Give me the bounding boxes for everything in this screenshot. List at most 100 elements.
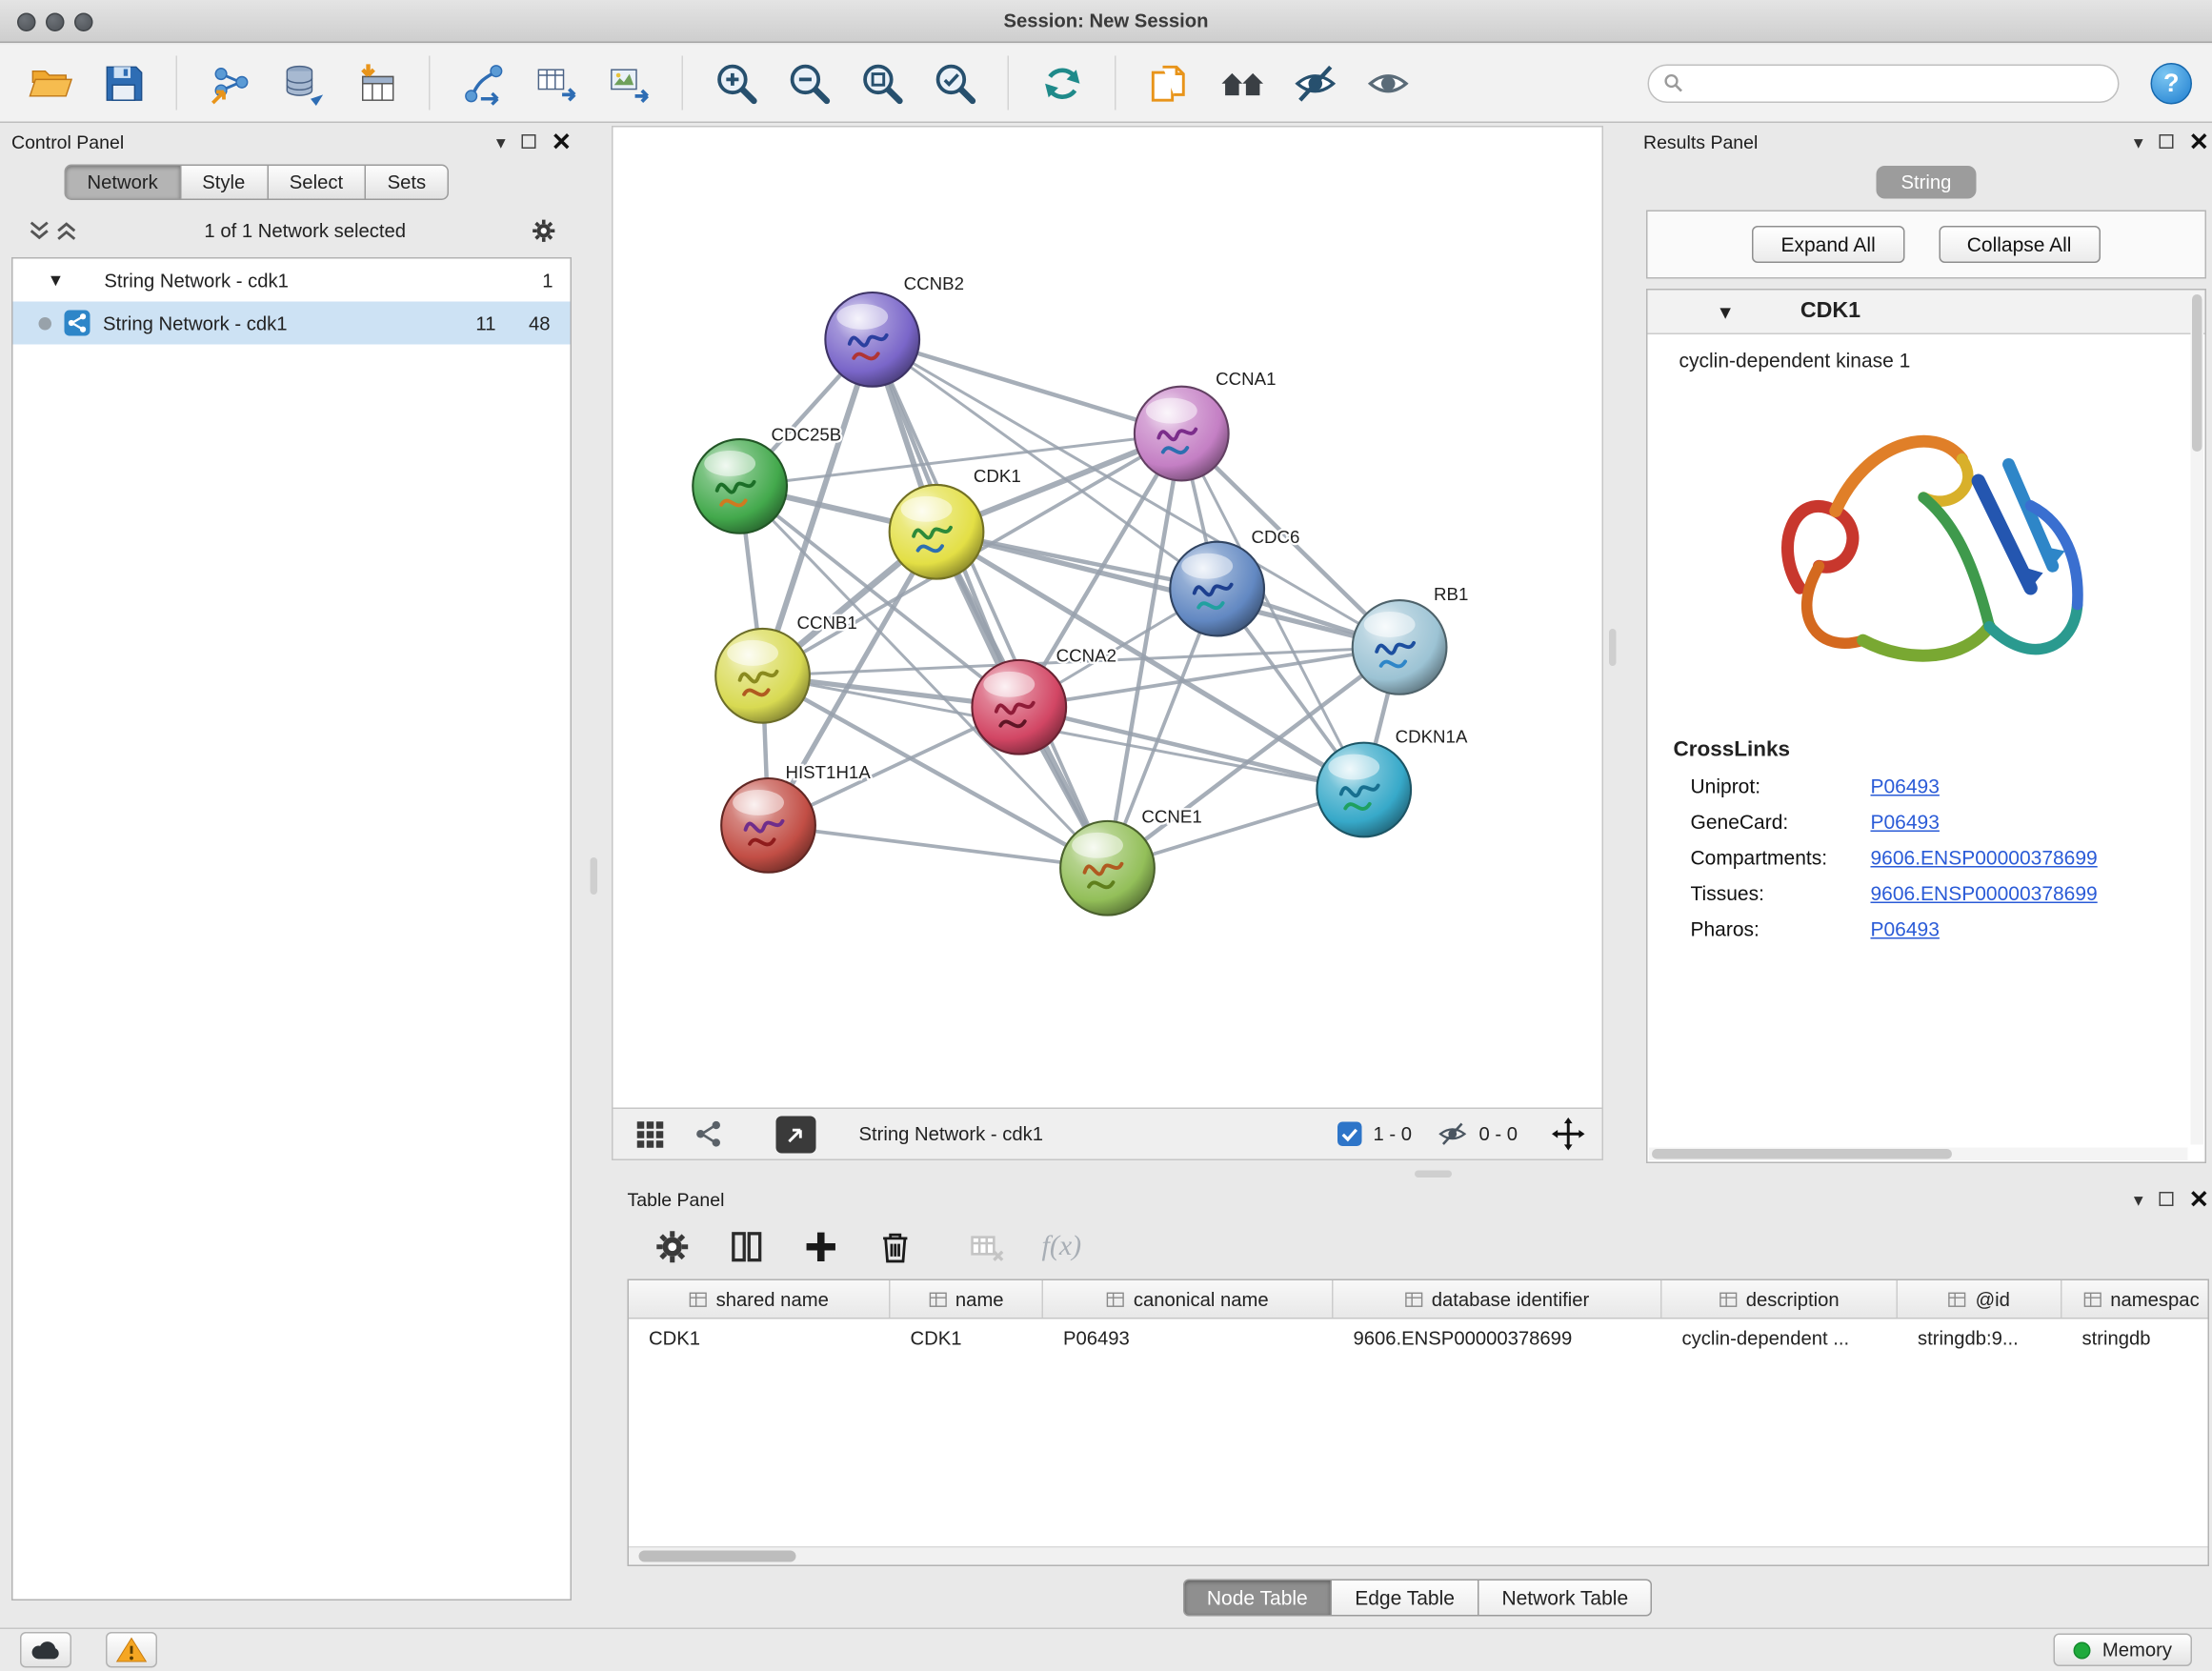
scrollbar-thumb[interactable] xyxy=(639,1551,796,1562)
column-header-name[interactable]: name xyxy=(891,1280,1044,1318)
panel-float-button[interactable]: ▾ xyxy=(2134,132,2143,151)
cloud-status-button[interactable] xyxy=(20,1632,71,1668)
warnings-button[interactable] xyxy=(106,1632,157,1668)
column-header-shared-name[interactable]: shared name xyxy=(629,1280,891,1318)
select-columns-icon[interactable] xyxy=(728,1228,767,1267)
network-node-RB1[interactable] xyxy=(1353,600,1447,695)
network-view[interactable]: CCNB2CCNA1CDC25BCDK1CDC6RB1CCNB1CCNA2CDK… xyxy=(612,126,1603,1109)
scrollbar-thumb[interactable] xyxy=(2192,294,2202,452)
panel-float-button[interactable]: ▾ xyxy=(496,132,506,151)
zoom-in-button[interactable] xyxy=(706,53,766,113)
show-graphics-button[interactable] xyxy=(1357,53,1418,113)
network-node-CDC6[interactable] xyxy=(1170,542,1264,636)
results-horizontal-scrollbar[interactable] xyxy=(1649,1148,2188,1161)
results-vertical-scrollbar[interactable] xyxy=(2191,292,2204,1145)
tab-sets[interactable]: Sets xyxy=(365,165,450,201)
network-edge[interactable] xyxy=(769,825,1108,868)
network-node-CDK1[interactable] xyxy=(890,485,984,579)
table-cell[interactable]: stringdb xyxy=(2062,1319,2210,1359)
panel-maximize-button[interactable] xyxy=(2159,134,2173,149)
network-node-CCNB1[interactable] xyxy=(715,629,810,723)
network-collection-row[interactable]: ▼ String Network - cdk1 1 xyxy=(13,259,571,302)
expand-all-button[interactable]: Expand All xyxy=(1752,226,1903,263)
panel-float-button[interactable]: ▾ xyxy=(2134,1190,2143,1209)
import-table-from-file-button[interactable] xyxy=(346,53,406,113)
tab-select[interactable]: Select xyxy=(267,165,366,201)
network-edge[interactable] xyxy=(873,339,1182,433)
title-bar[interactable]: Session: New Session xyxy=(0,0,2212,43)
documents-button[interactable] xyxy=(1139,53,1199,113)
collapse-all-icon[interactable] xyxy=(26,216,53,244)
close-window-button[interactable] xyxy=(17,12,36,31)
panel-close-button[interactable]: ✕ xyxy=(2189,130,2209,154)
crosslink-link[interactable]: 9606.ENSP00000378699 xyxy=(1871,846,2098,869)
import-network-from-database-button[interactable] xyxy=(273,53,333,113)
column-header-canonical-name[interactable]: canonical name xyxy=(1043,1280,1334,1318)
new-network-from-selection-button[interactable] xyxy=(453,53,513,113)
network-node-CCNA2[interactable] xyxy=(972,660,1066,755)
table-row[interactable]: CDK1CDK1P064939606.ENSP00000378699cyclin… xyxy=(629,1319,2208,1359)
crosslink-link[interactable]: 9606.ENSP00000378699 xyxy=(1871,882,2098,905)
network-node-CCNA1[interactable] xyxy=(1135,387,1229,481)
zoom-selected-button[interactable] xyxy=(925,53,985,113)
crosslink-link[interactable]: P06493 xyxy=(1871,811,1940,834)
table-horizontal-scrollbar[interactable] xyxy=(629,1546,2208,1565)
crosslink-link[interactable]: P06493 xyxy=(1871,917,1940,940)
help-button[interactable]: ? xyxy=(2151,62,2193,104)
table-cell[interactable]: CDK1 xyxy=(629,1319,891,1359)
panel-close-button[interactable]: ✕ xyxy=(2189,1187,2209,1212)
column-header-database-identifier[interactable]: database identifier xyxy=(1334,1280,1662,1318)
zoom-out-button[interactable] xyxy=(779,53,839,113)
panel-close-button[interactable]: ✕ xyxy=(552,130,572,154)
collapse-all-button[interactable]: Collapse All xyxy=(1939,226,2101,263)
network-node-CDKN1A[interactable] xyxy=(1317,743,1411,837)
home-button[interactable] xyxy=(1212,53,1272,113)
tab-network-table[interactable]: Network Table xyxy=(1478,1580,1653,1617)
clone-network-button[interactable] xyxy=(526,53,586,113)
network-edge[interactable] xyxy=(873,339,1108,868)
network-row-selected[interactable]: String Network - cdk1 11 48 xyxy=(13,302,571,345)
scrollbar-thumb[interactable] xyxy=(1652,1149,1952,1159)
right-splitter-handle[interactable] xyxy=(1609,629,1617,666)
search-input[interactable] xyxy=(1694,72,2104,94)
delete-column-icon[interactable] xyxy=(876,1228,915,1267)
network-canvas[interactable]: CCNB2CCNA1CDC25BCDK1CDC6RB1CCNB1CCNA2CDK… xyxy=(613,128,1602,1108)
zoom-window-button[interactable] xyxy=(74,12,93,31)
crosslink-link[interactable]: P06493 xyxy=(1871,775,1940,797)
search-field[interactable] xyxy=(1648,64,2120,103)
table-cell[interactable]: stringdb:9... xyxy=(1898,1319,2062,1359)
left-splitter-handle[interactable] xyxy=(591,857,598,895)
table-cell[interactable]: CDK1 xyxy=(891,1319,1044,1359)
tab-edge-table[interactable]: Edge Table xyxy=(1331,1580,1479,1617)
pan-crosshair-icon[interactable] xyxy=(1552,1117,1585,1151)
expand-all-icon[interactable] xyxy=(53,216,81,244)
zoom-fit-button[interactable] xyxy=(852,53,912,113)
column-header-description[interactable]: description xyxy=(1662,1280,1899,1318)
table-cell[interactable]: cyclin-dependent ... xyxy=(1662,1319,1899,1359)
horizontal-splitter-handle[interactable] xyxy=(1415,1171,1452,1178)
network-node-CCNE1[interactable] xyxy=(1060,821,1155,916)
save-session-button[interactable] xyxy=(93,53,153,113)
detach-view-button[interactable] xyxy=(776,1116,816,1153)
network-edge[interactable] xyxy=(936,532,1399,647)
memory-button[interactable]: Memory xyxy=(2054,1634,2192,1667)
tab-style[interactable]: Style xyxy=(179,165,268,201)
panel-maximize-button[interactable] xyxy=(2159,1192,2173,1206)
string-results-tab[interactable]: String xyxy=(1877,166,1976,199)
export-image-button[interactable] xyxy=(599,53,659,113)
protein-section-header[interactable]: ▼ CDK1 xyxy=(1648,291,2205,335)
import-network-from-file-button[interactable] xyxy=(200,53,260,113)
selected-checkbox-icon[interactable] xyxy=(1337,1122,1362,1147)
network-overview-button[interactable] xyxy=(688,1116,728,1153)
table-cell[interactable]: P06493 xyxy=(1043,1319,1334,1359)
open-session-button[interactable] xyxy=(20,53,80,113)
tab-network[interactable]: Network xyxy=(65,165,181,201)
hidden-eye-slash-icon[interactable] xyxy=(1438,1122,1468,1147)
column-header--id[interactable]: @id xyxy=(1898,1280,2062,1318)
network-node-CCNB2[interactable] xyxy=(825,292,919,387)
gear-icon[interactable] xyxy=(531,216,558,244)
tab-node-table[interactable]: Node Table xyxy=(1182,1580,1332,1617)
apply-layout-button[interactable] xyxy=(1032,53,1092,113)
function-builder-button[interactable]: f(x) xyxy=(1042,1231,1082,1264)
network-node-HIST1H1A[interactable] xyxy=(721,778,815,873)
